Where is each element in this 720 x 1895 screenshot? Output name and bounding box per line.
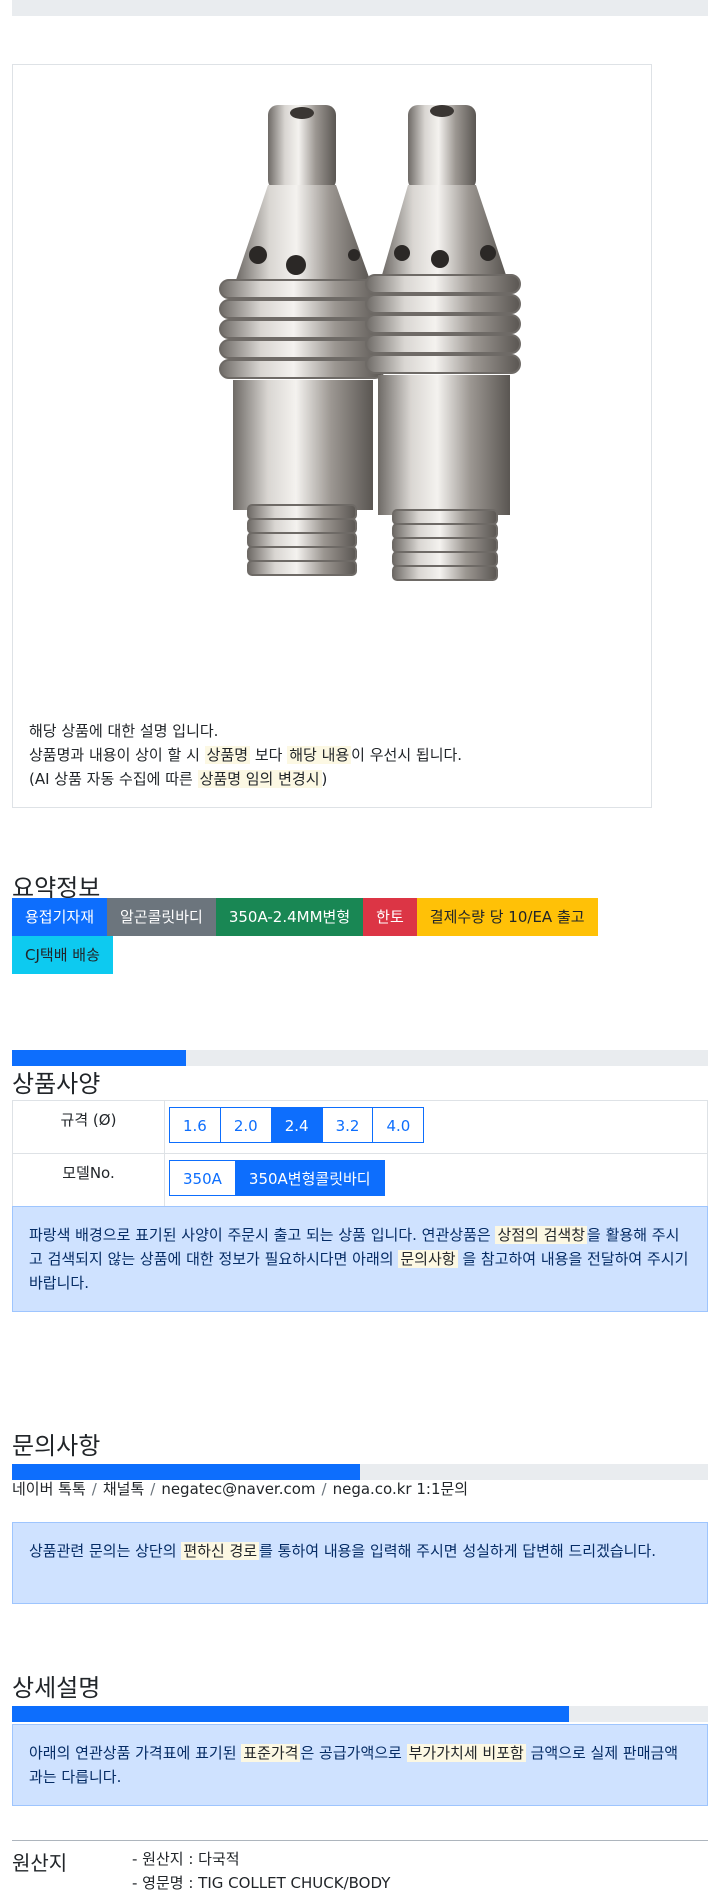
highlight-product-name: 상품명 xyxy=(204,746,251,764)
detail-progress-bar xyxy=(12,1706,708,1722)
contact-channels: 네이버 톡톡 / 채널톡 / negatec@naver.com / nega.co.kr … xyxy=(12,1478,468,1499)
product-photo-collet-bodies xyxy=(219,105,521,581)
size-option-3.2[interactable]: 3.2 xyxy=(321,1107,374,1143)
model-option-350a[interactable]: 350A xyxy=(169,1160,236,1196)
highlight-standard-price: 표준가격 xyxy=(241,1744,301,1762)
summary-badges: 용접기자재 알곤콜릿바디 350A-2.4MM변형 한토 결제수량 당 10/E… xyxy=(12,898,652,974)
desc-text: 이 우선시 됩니다. xyxy=(351,746,463,764)
channel-naver-talk[interactable]: 네이버 톡톡 xyxy=(12,1480,86,1498)
desc-text: 보다 xyxy=(250,746,288,764)
highlight-content: 해당 내용 xyxy=(287,746,352,764)
origin-values: - 원산지 : 다국적 - 영문명 : TIG COLLET CHUCK/BOD… xyxy=(132,1847,390,1895)
inquiry-notice-alert: 상품관련 문의는 상단의 편하신 경로 를 통하여 내용을 입력해 주시면 성실하… xyxy=(12,1522,708,1604)
origin-line-english-name: - 영문명 : TIG COLLET CHUCK/BODY xyxy=(132,1874,391,1892)
model-options: 350A 350A변형콜릿바디 xyxy=(165,1154,388,1206)
top-divider-bar xyxy=(12,0,708,16)
separator: / xyxy=(91,1480,97,1498)
badge-quantity: 결제수량 당 10/EA 출고 xyxy=(416,898,598,936)
notice-text: 파랑색 배경으로 표기된 사양이 주문시 출고 되는 상품 입니다. 연관상품은 xyxy=(29,1226,496,1244)
desc-line-1: 해당 상품에 대한 설명 입니다. xyxy=(29,722,219,740)
notice-text: 상품관련 문의는 상단의 xyxy=(29,1542,182,1560)
desc-line-2: 상품명과 내용이 상이 할 시 상품명 보다 해당 내용 이 우선시 됩니다. xyxy=(29,743,462,767)
highlight-name-change: 상품명 임의 변경시 xyxy=(197,770,322,788)
collet-body-right xyxy=(365,105,521,581)
separator: / xyxy=(321,1480,327,1498)
detail-title: 상세설명 xyxy=(12,1674,101,1702)
origin-line-country: - 원산지 : 다국적 xyxy=(132,1850,240,1868)
desc-text: ) xyxy=(321,770,328,788)
badge-category: 용접기자재 xyxy=(12,898,108,936)
spec-row-model: 모델No. 350A 350A변형콜릿바디 xyxy=(13,1154,707,1207)
spec-row-size: 규격 (Ø) 1.6 2.0 2.4 3.2 4.0 xyxy=(13,1101,707,1154)
size-option-2.4[interactable]: 2.4 xyxy=(270,1107,323,1143)
badge-shipping: CJ택배 배송 xyxy=(12,936,113,974)
badge-product-type: 알곤콜릿바디 xyxy=(107,898,216,936)
spec-table: 규격 (Ø) 1.6 2.0 2.4 3.2 4.0 모델No. 350A 35… xyxy=(12,1100,708,1207)
detail-progress-fill xyxy=(12,1706,569,1722)
badge-brand: 한토 xyxy=(363,898,417,936)
size-option-4.0[interactable]: 4.0 xyxy=(372,1107,425,1143)
notice-text: 아래의 연관상품 가격표에 표기된 xyxy=(29,1744,242,1762)
highlight-route: 편하신 경로 xyxy=(181,1542,260,1560)
inquiry-title: 문의사항 xyxy=(12,1432,101,1460)
size-option-2.0[interactable]: 2.0 xyxy=(219,1107,272,1143)
desc-text: 상품명과 내용이 상이 할 시 xyxy=(29,746,205,764)
channel-email[interactable]: negatec@naver.com xyxy=(161,1480,315,1498)
origin-label: 원산지 xyxy=(12,1851,68,1875)
product-description: 해당 상품에 대한 설명 입니다. 상품명과 내용이 상이 할 시 상품명 보다… xyxy=(29,719,462,791)
desc-text: (AI 상품 자동 수집에 따른 xyxy=(29,770,198,788)
spec-progress-bar xyxy=(12,1050,708,1066)
spec-label-size: 규격 (Ø) xyxy=(13,1101,165,1153)
origin-section: 원산지 - 원산지 : 다국적 - 영문명 : TIG COLLET CHUCK… xyxy=(12,1840,708,1892)
badge-model: 350A-2.4MM변형 xyxy=(215,898,364,936)
channel-site-inquiry[interactable]: nega.co.kr 1:1문의 xyxy=(333,1480,469,1498)
size-options: 1.6 2.0 2.4 3.2 4.0 xyxy=(165,1101,427,1153)
desc-line-3: (AI 상품 자동 수집에 따른 상품명 임의 변경시) xyxy=(29,767,462,791)
size-option-1.6[interactable]: 1.6 xyxy=(169,1107,221,1143)
notice-text: 를 통하여 내용을 입력해 주시면 성실하게 답변해 드리겠습니다. xyxy=(259,1542,657,1560)
spec-title: 상품사양 xyxy=(12,1070,101,1098)
highlight-vat-excluded: 부가가치세 비포함 xyxy=(406,1744,526,1762)
spec-notice-alert: 파랑색 배경으로 표기된 사양이 주문시 출고 되는 상품 입니다. 연관상품은… xyxy=(12,1206,708,1312)
product-card: 해당 상품에 대한 설명 입니다. 상품명과 내용이 상이 할 시 상품명 보다… xyxy=(12,64,652,808)
channel-channeltalk[interactable]: 채널톡 xyxy=(103,1480,144,1498)
notice-text: 은 공급가액으로 xyxy=(300,1744,407,1762)
separator: / xyxy=(150,1480,156,1498)
model-option-350a-variant[interactable]: 350A변형콜릿바디 xyxy=(234,1160,385,1196)
highlight-inquiry: 문의사항 xyxy=(398,1250,458,1268)
detail-notice-alert: 아래의 연관상품 가격표에 표기된 표준가격 은 공급가액으로 부가가치세 비포함… xyxy=(12,1724,708,1806)
spec-label-model: 모델No. xyxy=(13,1154,165,1206)
highlight-search: 상점의 검색창 xyxy=(495,1226,588,1244)
collet-body-left xyxy=(219,105,385,576)
